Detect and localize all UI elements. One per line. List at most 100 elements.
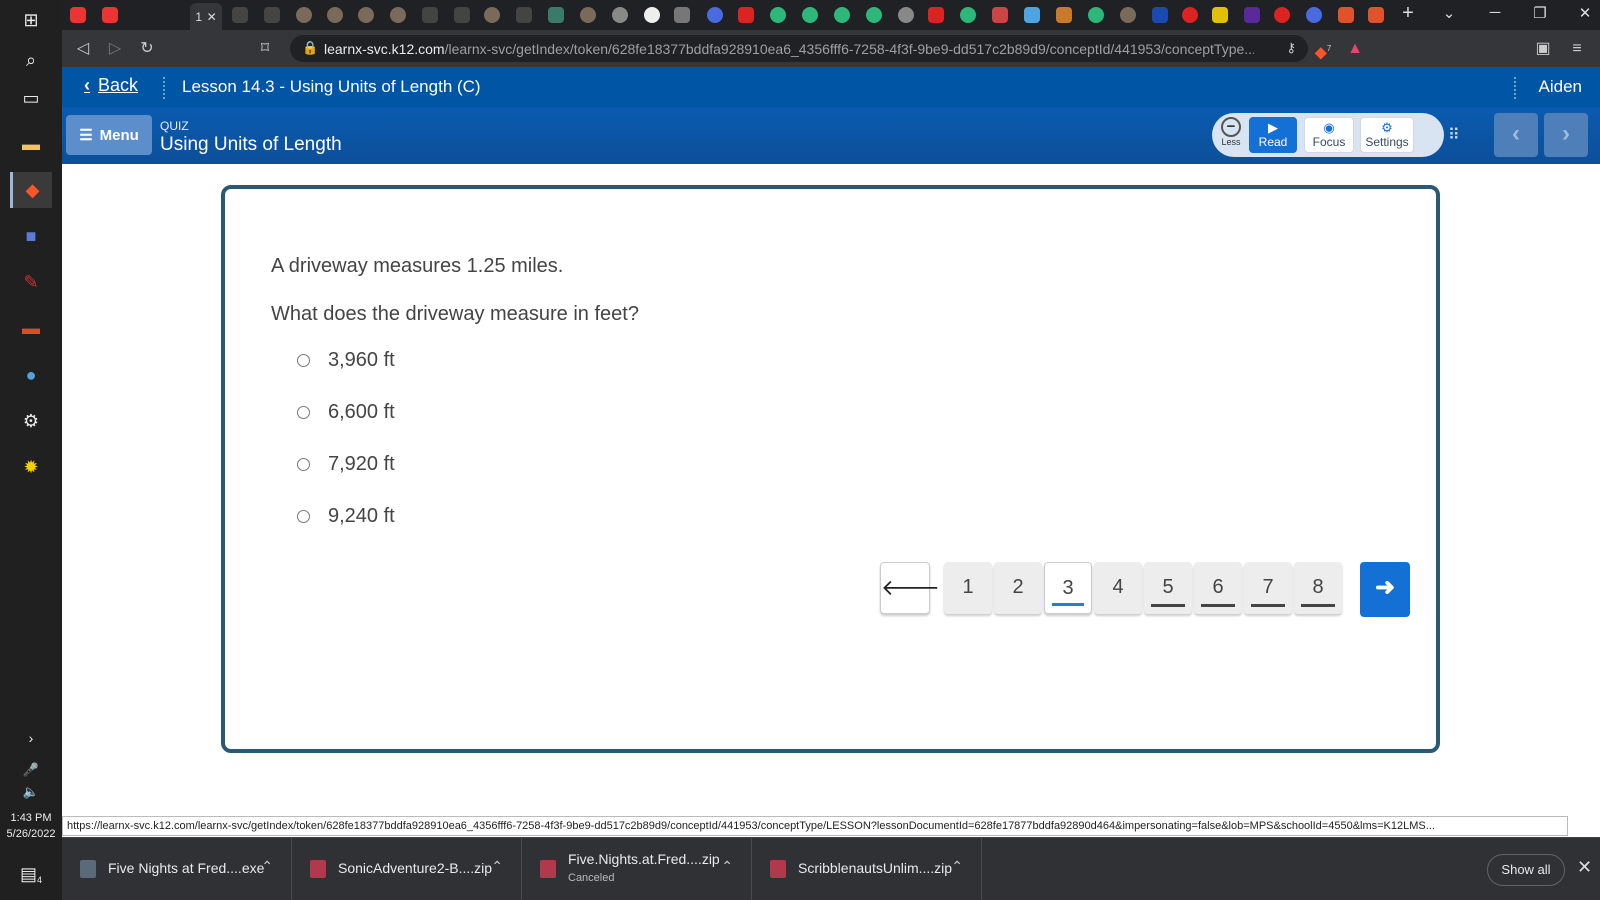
menu-hamburger-icon[interactable]: ≡ [1566, 38, 1588, 60]
page-button-3-current[interactable]: 3 [1044, 562, 1092, 614]
sun-app-icon[interactable]: ✹ [10, 449, 52, 485]
answer-choice[interactable]: 7,920 ft [297, 453, 395, 476]
new-tab-plus-icon[interactable]: + [1397, 2, 1419, 25]
tab-icon[interactable] [390, 7, 406, 23]
tab-icon[interactable] [1056, 7, 1072, 23]
forward-nav-icon[interactable]: ▷ [104, 38, 126, 60]
tab-icon[interactable] [358, 7, 374, 23]
tab-icon[interactable] [928, 7, 944, 23]
tab-icon[interactable] [738, 7, 754, 23]
tab-icon[interactable] [264, 7, 280, 23]
settings-button[interactable]: ⚙ Settings [1360, 117, 1414, 153]
key-icon[interactable]: ⚷ [1286, 40, 1296, 56]
tab-icon[interactable] [866, 7, 882, 23]
back-link[interactable]: ‹ Back [84, 75, 138, 96]
tab-icon[interactable] [484, 7, 500, 23]
tab-icon[interactable] [644, 7, 660, 23]
tab-icon[interactable] [1088, 7, 1104, 23]
radio-button[interactable] [297, 406, 310, 419]
minimize-icon[interactable]: ─ [1484, 4, 1506, 21]
close-icon[interactable]: ✕ [1577, 857, 1592, 878]
brave-shields-icon[interactable]: ◆7 [1312, 38, 1334, 61]
user-name[interactable]: Aiden [1539, 77, 1582, 97]
windows-start-icon[interactable]: ⊞ [10, 2, 52, 38]
tab-icon[interactable] [1306, 7, 1322, 23]
download-item[interactable]: ScribblenautsUnlim....zip ⌃ [752, 838, 982, 900]
tab-icon[interactable] [1182, 7, 1198, 23]
less-button[interactable]: − Less [1216, 117, 1246, 153]
download-item[interactable]: Five Nights at Fred....exe ⌃ [62, 838, 292, 900]
page-button-2[interactable]: 2 [994, 562, 1042, 614]
page-button-7[interactable]: 7 [1244, 562, 1292, 614]
tab-icon[interactable] [232, 7, 248, 23]
page-button-1[interactable]: 1 [944, 562, 992, 614]
chevron-up-icon[interactable]: ⌃ [491, 858, 503, 875]
volume-icon[interactable]: 🔈 [10, 774, 52, 810]
arrow-left-icon[interactable]: 🡐 [880, 562, 940, 614]
youtube-tab-icon[interactable] [70, 7, 86, 23]
brave-rewards-icon[interactable]: ▲ [1344, 38, 1366, 60]
close-icon[interactable]: ✕ [207, 10, 217, 24]
chevron-down-icon[interactable]: ⌄ [1438, 4, 1460, 22]
page-button-5[interactable]: 5 [1144, 562, 1192, 614]
grid-icon[interactable]: ⠿ [1448, 125, 1460, 145]
next-page-button[interactable]: › [1544, 113, 1588, 157]
tab-icon[interactable] [1120, 7, 1136, 23]
tab-icon[interactable] [674, 7, 690, 23]
tab-icon[interactable] [834, 7, 850, 23]
tab-icon[interactable] [707, 7, 723, 23]
tab-icon[interactable] [612, 7, 628, 23]
url-text[interactable]: learnx-svc.k12.com/learnx-svc/getIndex/t… [324, 41, 1254, 57]
menu-button[interactable]: ☰ Menu [66, 115, 152, 155]
chevron-up-icon[interactable]: ⌃ [951, 858, 963, 875]
back-nav-icon[interactable]: ◁ [72, 38, 94, 60]
tab-icon[interactable] [1244, 7, 1260, 23]
download-item[interactable]: Five.Nights.at.Fred....zip Canceled ⌃ [522, 838, 752, 900]
page-button-6[interactable]: 6 [1194, 562, 1242, 614]
window-close-icon[interactable]: ✕ [1574, 4, 1596, 22]
radio-button[interactable] [297, 458, 310, 471]
answer-choice[interactable]: 9,240 ft [297, 505, 395, 528]
download-item[interactable]: SonicAdventure2-B....zip ⌃ [292, 838, 522, 900]
tab-icon[interactable] [327, 7, 343, 23]
wallet-icon[interactable]: ▣ [1532, 38, 1554, 60]
tab-icon[interactable] [960, 7, 976, 23]
tab-icon[interactable] [548, 7, 564, 23]
youtube-tab-icon[interactable] [102, 7, 118, 23]
settings-icon[interactable]: ⚙ [10, 403, 52, 439]
gmail-tab-icon[interactable] [1368, 7, 1384, 23]
tab-icon[interactable] [992, 7, 1008, 23]
chevron-up-icon[interactable]: ⌃ [261, 858, 273, 875]
search-icon[interactable]: ⌕ [10, 42, 52, 78]
bookmark-icon[interactable]: ⌑ [254, 38, 276, 60]
file-explorer-icon[interactable]: ▬ [10, 126, 52, 162]
tab-icon[interactable] [454, 7, 470, 23]
tab-icon[interactable] [1212, 7, 1228, 23]
show-all-button[interactable]: Show all [1487, 854, 1565, 886]
tab-icon[interactable] [1024, 7, 1040, 23]
tab-icon[interactable] [898, 7, 914, 23]
url-bar[interactable]: 🔒 learnx-svc.k12.com/learnx-svc/getIndex… [290, 35, 1308, 62]
read-button[interactable]: ▶ Read [1249, 117, 1297, 153]
game-app-icon[interactable]: ■ [10, 218, 52, 254]
clock-time[interactable]: 1:43 PM [0, 810, 62, 826]
radio-button[interactable] [297, 510, 310, 523]
gmail-tab-icon[interactable] [1338, 7, 1354, 23]
chevron-up-icon[interactable]: ⌃ [721, 858, 733, 875]
restore-icon[interactable]: ❐ [1529, 4, 1551, 22]
page-button-8[interactable]: 8 [1294, 562, 1342, 614]
page-button-4[interactable]: 4 [1094, 562, 1142, 614]
brave-browser-icon[interactable]: ◆ [10, 172, 52, 208]
game-app-icon-2[interactable]: ✎ [10, 264, 52, 300]
chevron-right-icon[interactable]: › [10, 720, 52, 756]
notification-icon[interactable]: ▤ 4 [10, 856, 52, 892]
steam-icon[interactable]: ● [10, 357, 52, 393]
tab-icon[interactable] [770, 7, 786, 23]
radio-button[interactable] [297, 354, 310, 367]
tab-icon[interactable] [296, 7, 312, 23]
task-view-icon[interactable]: ▭ [10, 80, 52, 116]
focus-button[interactable]: ◉ Focus [1304, 117, 1354, 153]
reload-icon[interactable]: ↻ [136, 38, 158, 60]
clock-date[interactable]: 5/26/2022 [0, 826, 62, 842]
tab-icon[interactable] [516, 7, 532, 23]
